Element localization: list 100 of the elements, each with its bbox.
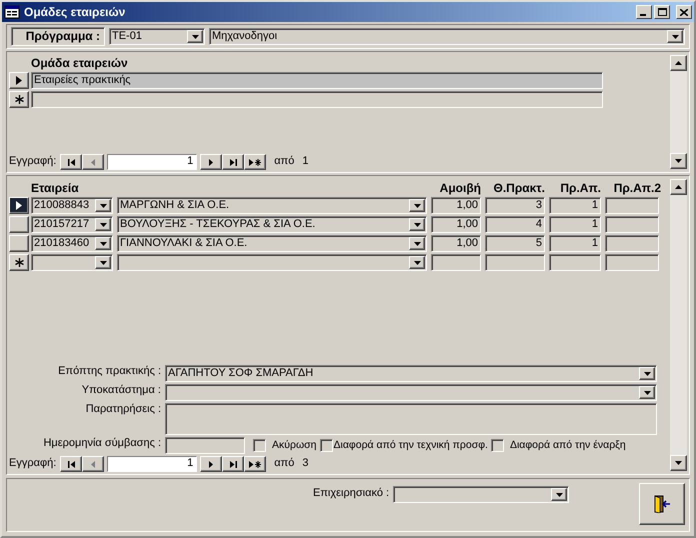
row-selector[interactable] [9,216,29,234]
fee-field[interactable]: 1,00 [431,197,481,214]
window-title: Ομάδες εταιρειών [24,4,126,20]
scroll-down-button[interactable] [670,153,687,169]
company-name-combo[interactable] [117,254,427,272]
company-code-combo[interactable]: 210183460 [31,235,113,252]
pr-ap-field[interactable] [549,254,601,272]
pr-ap2-field[interactable] [605,216,659,234]
pr-ap2-field[interactable] [605,235,659,252]
caret-icon [100,204,106,208]
record-number-field[interactable]: 1 [107,154,198,170]
close-button[interactable] [676,5,692,19]
exit-button[interactable] [639,483,685,525]
pr-ap-field[interactable]: 1 [549,197,601,214]
previous-icon [90,460,97,468]
company-code-combo[interactable]: 210088843 [31,197,113,214]
program-label: Πρόγραμμα : [11,27,105,46]
caret-icon [414,242,420,246]
scrollbar[interactable] [670,55,687,169]
next-icon [208,158,215,166]
fee-field[interactable]: 1,00 [431,216,481,234]
pr-ap2-field[interactable] [605,197,659,214]
pr-ap-field[interactable]: 1 [549,216,601,234]
record-of-label: από [274,155,294,169]
row-selector[interactable] [9,254,29,272]
dropdown-button[interactable] [95,218,111,232]
record-of-label: από [274,457,294,471]
fee-field[interactable] [431,254,481,272]
hours-field[interactable]: 3 [485,197,545,214]
first-record-button[interactable] [60,456,82,472]
close-icon [680,8,688,16]
pr-ap2-field[interactable] [605,254,659,272]
next-record-button[interactable] [200,456,222,472]
down-arrow-icon [675,461,682,465]
last-record-button[interactable] [222,456,244,472]
minimize-button[interactable] [636,5,652,19]
fee-field[interactable]: 1,00 [431,235,481,252]
group-name-field[interactable]: Εταιρείες πρακτικής [31,72,603,90]
first-icon [68,460,75,468]
dropdown-button[interactable] [187,30,203,43]
row-selector[interactable] [9,72,29,90]
company-name-combo[interactable]: ΒΟΥΛΟΥΞΗΣ - ΤΣΕΚΟΥΡΑΣ & ΣΙΑ Ο.Ε. [117,216,427,234]
asterisk-icon [14,95,24,104]
down-arrow-icon [675,159,682,163]
scroll-up-button[interactable] [670,179,687,195]
field-label: Ημερομηνία σύμβασης : [42,437,162,451]
branch-combo[interactable] [165,384,657,401]
column-header: Πρ.Απ.2 [612,181,662,196]
scroll-up-button[interactable] [670,55,687,71]
program-name-combo[interactable]: Μηχανοδηγοι [209,28,685,45]
new-record-button[interactable] [244,456,266,472]
hours-field[interactable] [485,254,545,272]
operational-combo[interactable] [393,486,570,503]
column-header: Αμοιβή [438,181,482,196]
checkbox[interactable] [490,439,504,452]
dropdown-button[interactable] [409,256,425,270]
first-icon [68,158,75,166]
dropdown-button[interactable] [639,367,655,380]
dropdown-button[interactable] [95,237,111,250]
program-code-combo[interactable]: TE-01 [109,28,205,45]
company-name-combo[interactable]: ΓΙΑΝΝΟΥΛΑΚΙ & ΣΙΑ Ο.Ε. [117,235,427,252]
dropdown-button[interactable] [409,218,425,232]
caret-icon [192,34,198,38]
previous-icon [90,158,97,166]
dropdown-button[interactable] [95,199,111,212]
hours-field[interactable]: 4 [485,216,545,234]
next-record-button[interactable] [200,154,222,170]
hours-field[interactable]: 5 [485,235,545,252]
company-code-combo[interactable]: 210157217 [31,216,113,234]
maximize-button[interactable] [654,5,670,19]
last-icon [230,158,237,166]
company-name-combo[interactable]: ΜΑΡΓΩΝΗ & ΣΙΑ Ο.Ε. [117,197,427,214]
dropdown-button[interactable] [409,237,425,250]
row-selector[interactable] [9,197,29,214]
new-record-button[interactable] [244,154,266,170]
record-total: 3 [302,457,308,471]
dropdown-button[interactable] [551,488,568,501]
first-record-button[interactable] [60,154,82,170]
row-selector[interactable] [9,91,29,108]
dropdown-button[interactable] [409,199,425,212]
checkbox[interactable] [253,439,266,452]
asterisk-icon [14,258,24,268]
dropdown-button[interactable] [639,386,655,399]
checkbox[interactable] [320,439,332,452]
company-code-combo[interactable] [31,254,113,272]
date-field[interactable] [165,437,245,454]
next-icon [208,460,215,468]
row-selector[interactable] [9,235,29,252]
scrollbar[interactable] [670,179,687,471]
last-record-button[interactable] [222,154,244,170]
maximize-icon [658,8,666,16]
group-name-field[interactable] [31,91,603,108]
pr-ap-field[interactable]: 1 [549,235,601,252]
dropdown-button[interactable] [667,30,683,43]
checkbox-label: Διαφορά από την τεχνική προσφ. [334,439,488,452]
scroll-down-button[interactable] [670,455,687,471]
notes-field[interactable] [165,403,657,435]
record-number-field[interactable]: 1 [107,456,198,472]
supervisor-combo[interactable]: ΑΓΑΠΗΤΟΥ ΣΟΦ ΣΜΑΡΑΓΔΗ [165,365,657,382]
dropdown-button[interactable] [95,256,111,270]
